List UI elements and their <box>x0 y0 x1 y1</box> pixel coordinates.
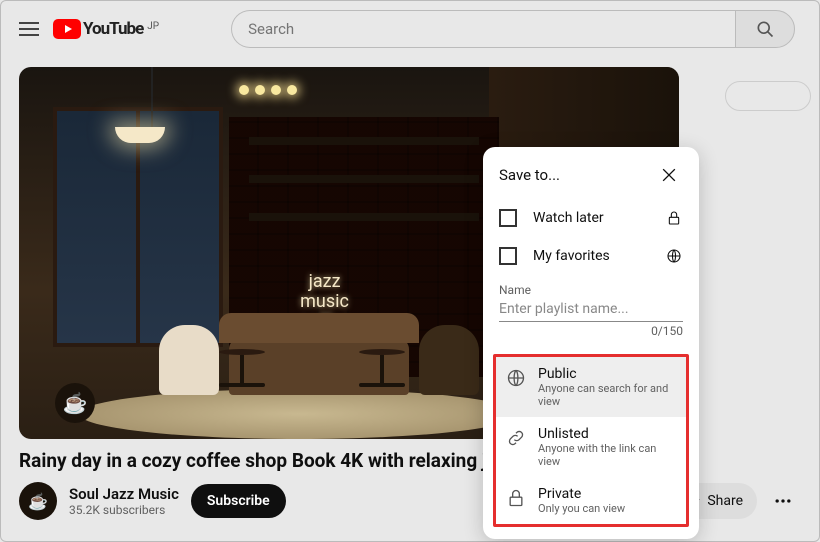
more-horizontal-icon <box>773 491 793 511</box>
playlist-name-input[interactable] <box>499 297 683 322</box>
search-icon <box>755 19 775 39</box>
globe-icon <box>665 248 683 264</box>
globe-icon <box>506 368 526 388</box>
new-playlist-name-section: Name 0/150 <box>483 275 699 346</box>
subscriber-count: 35.2K subscribers <box>69 503 179 517</box>
privacy-option-public[interactable]: PublicAnyone can search for and view <box>496 357 686 417</box>
search-button[interactable] <box>735 10 795 48</box>
search-input[interactable] <box>231 10 735 48</box>
search-form <box>231 10 795 48</box>
channel-avatar[interactable]: ☕ <box>19 482 57 520</box>
playlist-item[interactable]: Watch later <box>483 199 699 237</box>
masthead: YouTube JP <box>1 1 819 57</box>
channel-name[interactable]: Soul Jazz Music <box>69 485 179 503</box>
sidebar-chip[interactable] <box>725 81 811 111</box>
save-to-dialog: Save to... Watch later My favorites Name… <box>483 147 699 539</box>
guide-menu-button[interactable] <box>17 17 41 41</box>
privacy-option-unlisted[interactable]: UnlistedAnyone with the link can view <box>496 417 686 477</box>
more-actions-button[interactable] <box>765 483 801 519</box>
playlist-checkbox[interactable] <box>499 209 517 227</box>
playlist-checkbox[interactable] <box>499 247 517 265</box>
lock-icon <box>506 488 526 508</box>
lock-icon <box>665 210 683 226</box>
close-button[interactable] <box>655 161 683 189</box>
channel-info: Soul Jazz Music 35.2K subscribers <box>69 485 179 517</box>
name-field-label: Name <box>499 283 683 297</box>
region-code: JP <box>147 21 159 32</box>
playlist-name: Watch later <box>533 210 649 226</box>
playlist-name: My favorites <box>533 248 649 264</box>
playlist-item[interactable]: My favorites <box>483 237 699 275</box>
dialog-title: Save to... <box>499 166 560 184</box>
close-icon <box>659 165 679 185</box>
channel-watermark[interactable]: ☕ <box>55 383 95 423</box>
privacy-option-private[interactable]: PrivateOnly you can view <box>496 477 686 524</box>
logo-text: YouTube <box>83 19 143 39</box>
privacy-dropdown-menu: PublicAnyone can search for and view Unl… <box>493 354 689 527</box>
char-counter: 0/150 <box>499 322 683 346</box>
link-icon <box>506 428 526 448</box>
subscribe-button[interactable]: Subscribe <box>191 484 286 518</box>
youtube-play-icon <box>53 19 81 39</box>
youtube-logo[interactable]: YouTube JP <box>53 19 159 39</box>
